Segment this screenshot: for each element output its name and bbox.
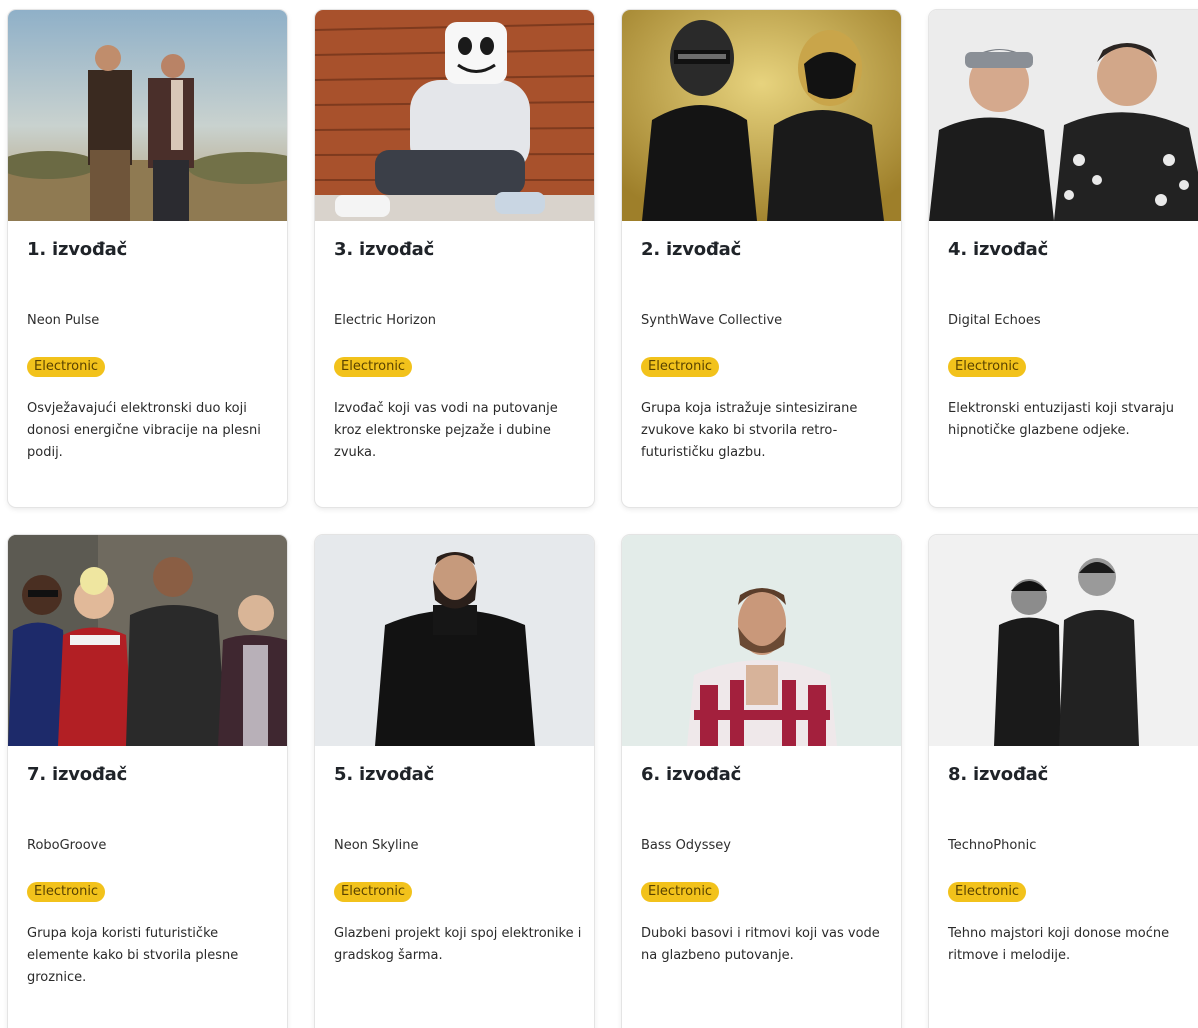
- artist-card[interactable]: 7. izvođač RoboGroove Electronic Grupa k…: [8, 535, 287, 1028]
- masked-dj-photo: [315, 10, 594, 221]
- artist-card[interactable]: 8. izvođač TechnoPhonic Electronic Tehno…: [929, 535, 1198, 1028]
- artist-card[interactable]: 4. izvođač Digital Echoes Electronic Ele…: [929, 10, 1198, 507]
- genre-badge: Electronic: [334, 357, 413, 377]
- artist-card[interactable]: 2. izvođač SynthWave Collective Electron…: [622, 10, 901, 507]
- artist-description: Grupa koja istražuje sintesizirane zvuko…: [641, 401, 858, 460]
- artist-description: Duboki basovi i ritmovi koji vas vode na…: [641, 926, 880, 963]
- duo-desert-photo: [8, 10, 287, 221]
- solo-shirt-photo: [622, 535, 901, 746]
- artist-description: Izvođač koji vas vodi na putovanje kroz …: [334, 401, 558, 460]
- artist-description: Glazbeni projekt koji spoj elektronike i…: [334, 926, 582, 963]
- card-title: 4. izvođač: [948, 239, 1049, 260]
- card-title: 1. izvođač: [27, 239, 128, 260]
- artist-grid: 1. izvođač Neon Pulse Electronic Osvježa…: [0, 0, 1198, 1028]
- card-title: 6. izvođač: [641, 764, 742, 785]
- genre-badge: Electronic: [641, 882, 720, 902]
- genre-badge: Electronic: [27, 357, 106, 377]
- helmet-duo-photo: [622, 10, 901, 221]
- artist-name: Neon Pulse: [27, 313, 100, 328]
- card-title: 8. izvođač: [948, 764, 1049, 785]
- artist-card[interactable]: 3. izvođač Electric Horizon Electronic I…: [315, 10, 594, 507]
- artist-card[interactable]: 1. izvođač Neon Pulse Electronic Osvježa…: [8, 10, 287, 507]
- genre-badge: Electronic: [948, 357, 1027, 377]
- artist-description: Elektronski entuzijasti koji stvaraju hi…: [948, 401, 1175, 438]
- artist-name: TechnoPhonic: [948, 838, 1037, 853]
- artist-name: Neon Skyline: [334, 838, 419, 853]
- genre-badge: Electronic: [948, 882, 1027, 902]
- duo-portrait-photo: [929, 10, 1198, 221]
- solo-turtleneck-photo: [315, 535, 594, 746]
- card-title: 3. izvođač: [334, 239, 435, 260]
- band-group-photo: [8, 535, 287, 746]
- artist-description: Tehno majstori koji donose moćne ritmove…: [948, 926, 1170, 963]
- artist-name: Digital Echoes: [948, 313, 1041, 328]
- card-title: 2. izvođač: [641, 239, 742, 260]
- genre-badge: Electronic: [641, 357, 720, 377]
- artist-name: Bass Odyssey: [641, 838, 731, 853]
- genre-badge: Electronic: [334, 882, 413, 902]
- card-title: 5. izvođač: [334, 764, 435, 785]
- artist-card[interactable]: 5. izvođač Neon Skyline Electronic Glazb…: [315, 535, 594, 1028]
- artist-name: RoboGroove: [27, 838, 107, 853]
- artist-name: Electric Horizon: [334, 313, 437, 328]
- artist-name: SynthWave Collective: [641, 313, 783, 328]
- artist-description: Osvježavajući elektronski duo koji donos…: [27, 401, 261, 460]
- genre-badge: Electronic: [27, 882, 106, 902]
- artist-card[interactable]: 6. izvođač Bass Odyssey Electronic Dubok…: [622, 535, 901, 1028]
- card-title: 7. izvođač: [27, 764, 128, 785]
- duo-bw-photo: [929, 535, 1198, 746]
- artist-description: Grupa koja koristi futurističke elemente…: [27, 926, 239, 985]
